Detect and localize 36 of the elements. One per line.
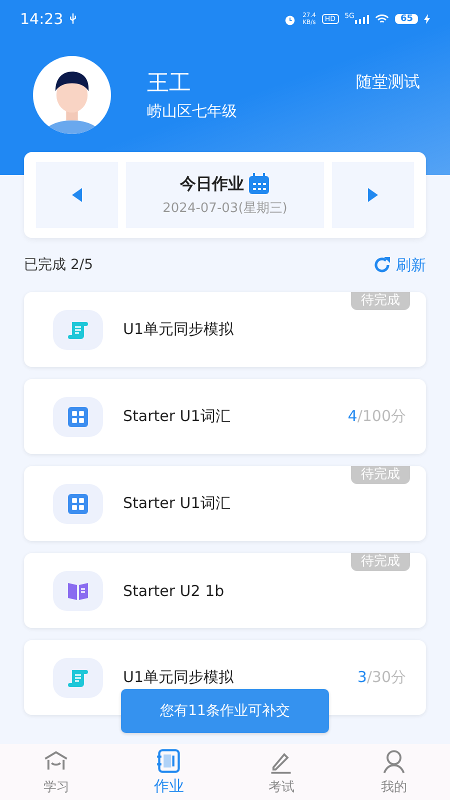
homework-title: U1单元同步模拟 [123, 320, 234, 339]
right-arrow-icon [368, 188, 378, 202]
homework-title: Starter U1词汇 [123, 407, 230, 426]
usb-icon [69, 13, 78, 25]
wifi-icon [375, 12, 390, 26]
student-name: 王工 [147, 70, 192, 98]
signal-icon [355, 14, 370, 24]
completed-count: 已完成 2/5 [24, 256, 93, 274]
refresh-icon [372, 255, 392, 275]
next-day-button[interactable] [332, 162, 414, 228]
calendar-icon[interactable] [248, 173, 270, 195]
class-label: 崂山区七年级 [147, 102, 237, 121]
homework-title: Starter U1词汇 [123, 494, 230, 513]
nav-tab[interactable]: 我的 [338, 744, 450, 800]
grid-icon [66, 492, 90, 516]
homework-card[interactable]: Starter U1词汇 4/100分 [24, 379, 426, 454]
battery-level: 65 [395, 14, 418, 24]
previous-day-button[interactable] [36, 162, 118, 228]
date-title: 今日作业 [180, 174, 244, 194]
charging-icon [424, 14, 430, 24]
nav-tab[interactable]: 学习 [0, 744, 112, 800]
nav-tab[interactable]: 考试 [225, 744, 338, 800]
nav-tab[interactable]: 作业 [112, 744, 225, 800]
notebook-icon [156, 748, 182, 774]
status-time: 14:23 [20, 10, 64, 28]
date-label: 2024-07-03(星期三) [162, 200, 288, 217]
refresh-button[interactable]: 刷新 [372, 255, 426, 275]
score: 3/30分 [357, 668, 406, 687]
grid-icon [66, 404, 90, 428]
makeup-homework-toast[interactable]: 您有11条作业可补交 [121, 689, 329, 733]
person-icon [380, 748, 407, 774]
score: 4/100分 [348, 407, 406, 426]
quiz-link[interactable]: 随堂测试 [356, 72, 420, 93]
homework-title: U1单元同步模拟 [123, 668, 234, 687]
left-arrow-icon [72, 188, 82, 202]
homework-title: Starter U2 1b [123, 582, 224, 600]
